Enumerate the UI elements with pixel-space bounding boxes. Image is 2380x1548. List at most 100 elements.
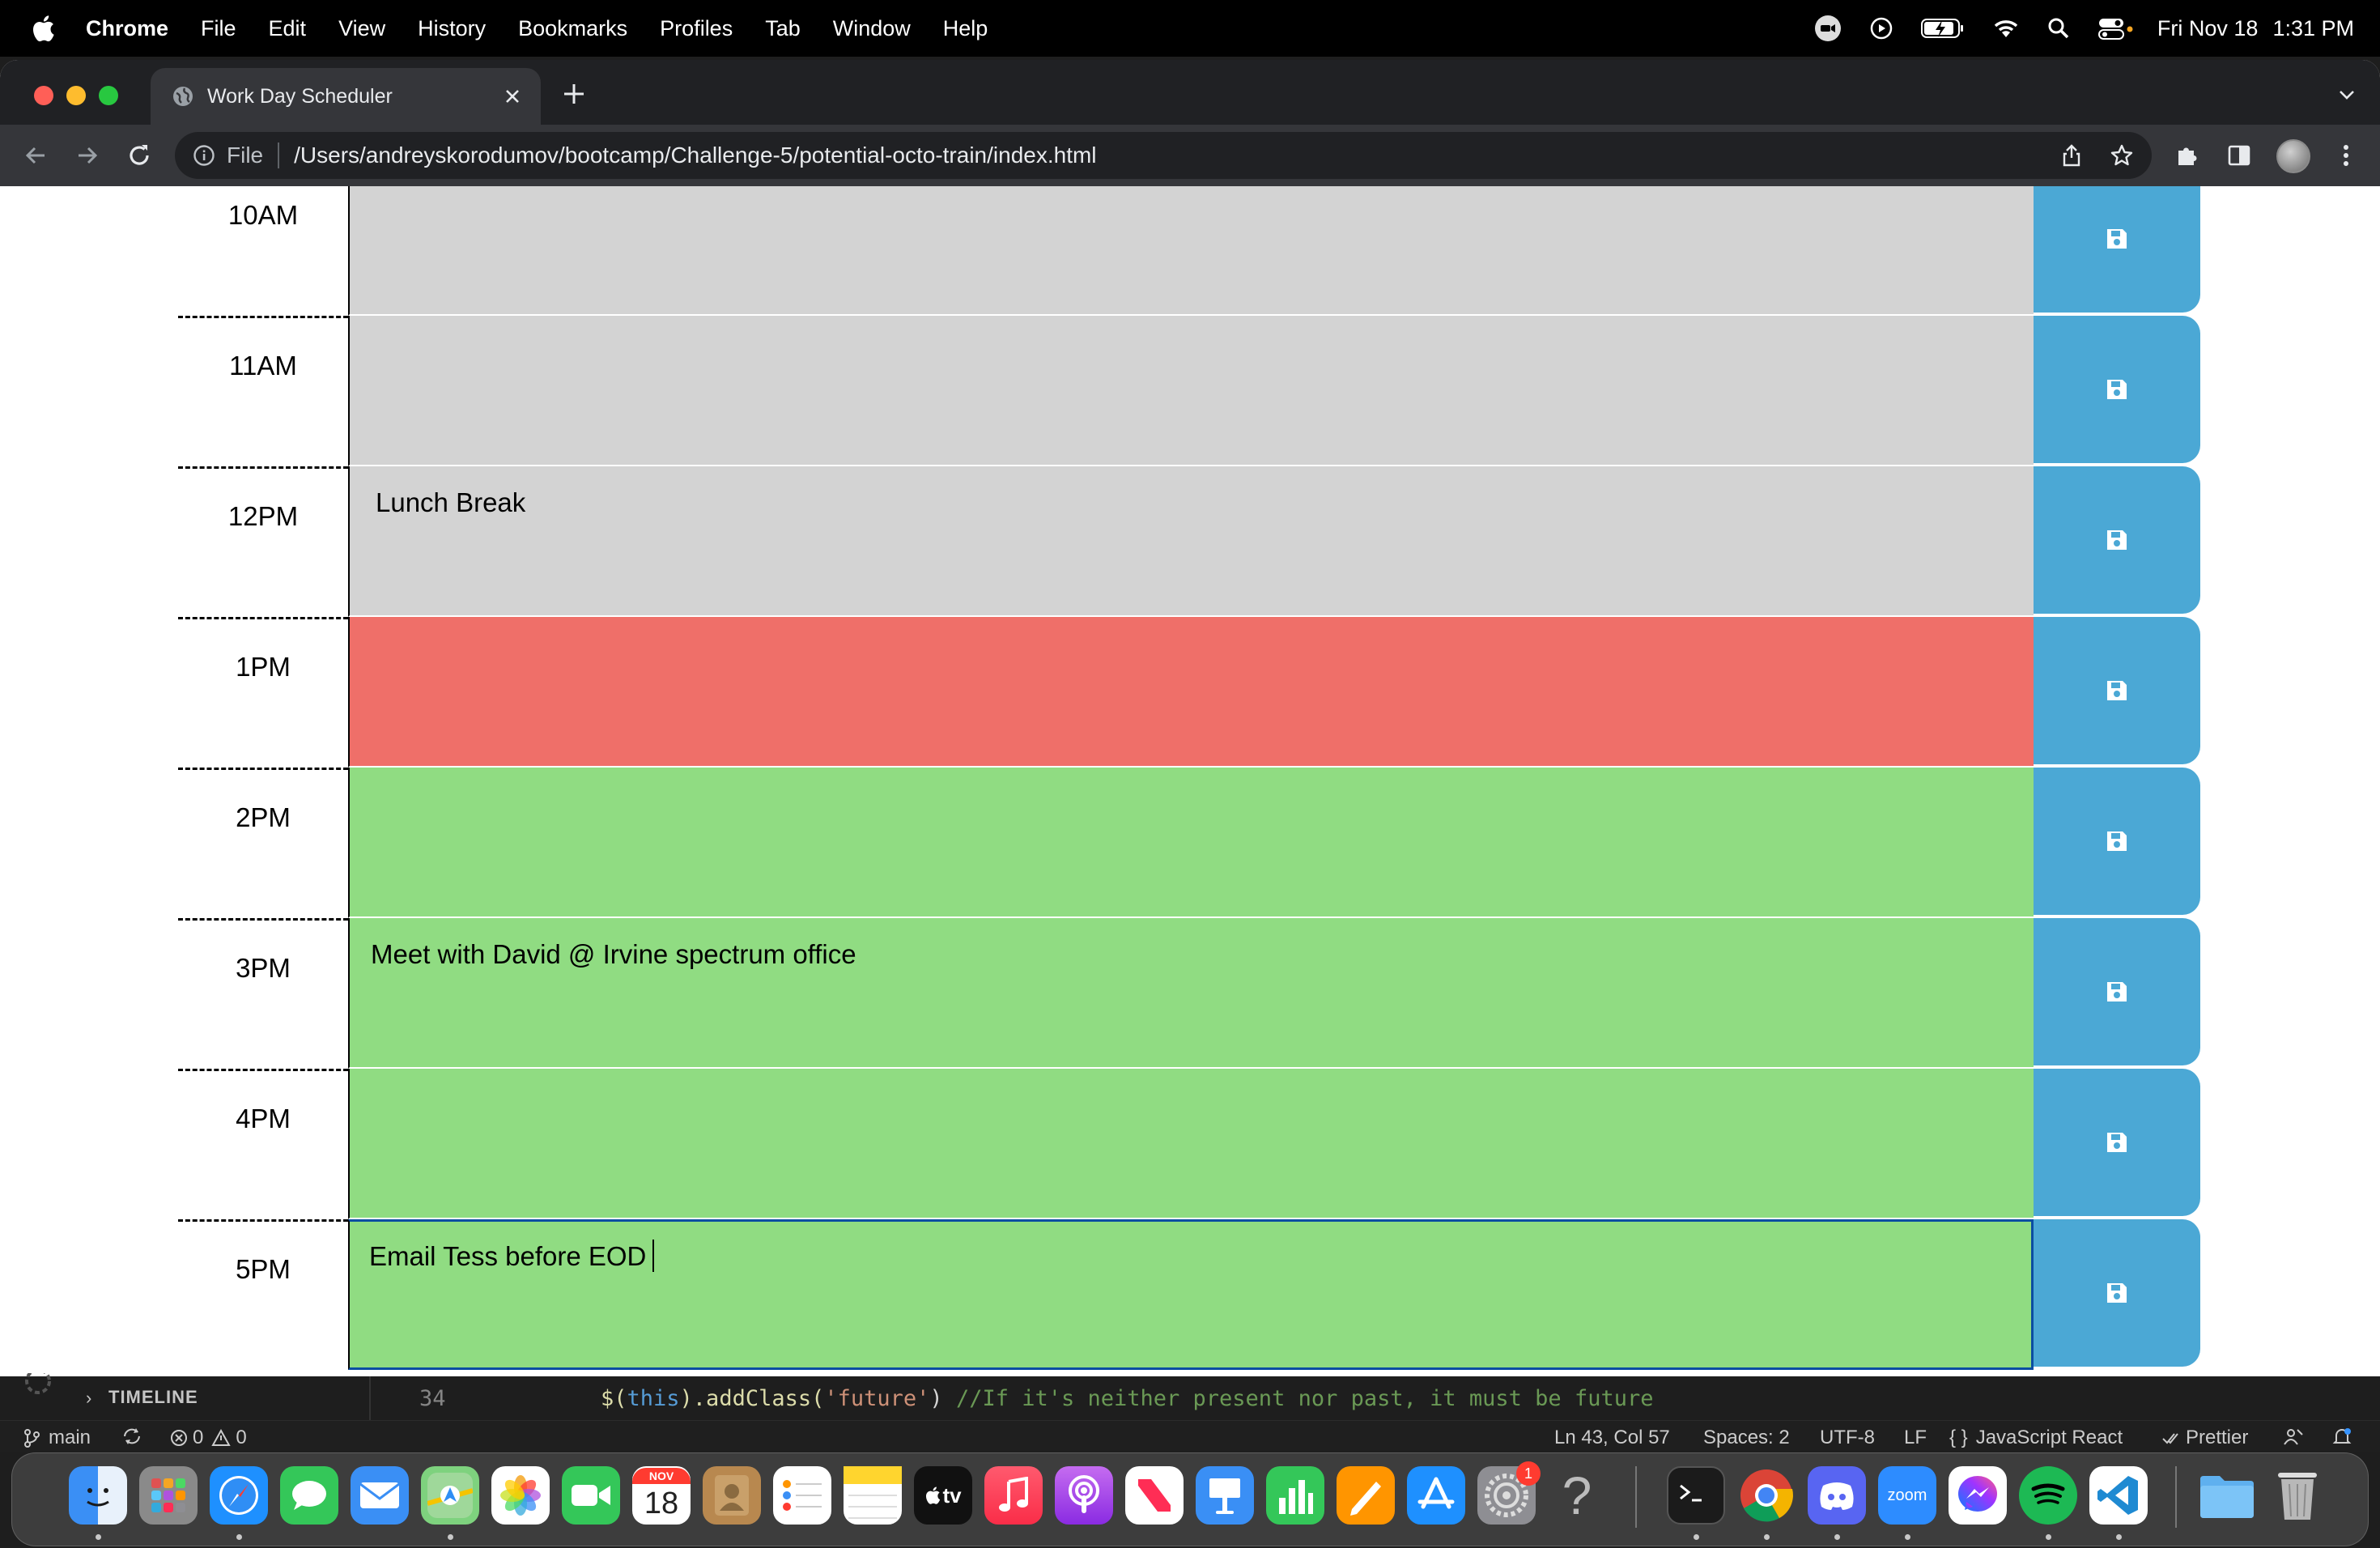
description-textarea[interactable] xyxy=(348,316,2034,466)
description-textarea[interactable] xyxy=(348,768,2034,918)
tab-search-chevron-icon[interactable] xyxy=(2336,84,2357,105)
menu-edit[interactable]: Edit xyxy=(269,16,307,41)
apple-tv-icon[interactable]: tv xyxy=(914,1466,972,1525)
calendar-icon[interactable]: NOV 18 xyxy=(632,1466,691,1525)
zoom-status-icon[interactable] xyxy=(1814,15,1842,42)
indentation[interactable]: Spaces: 2 xyxy=(1703,1427,1790,1449)
save-button[interactable] xyxy=(2034,186,2200,313)
reminders-icon[interactable] xyxy=(773,1466,831,1525)
photos-icon[interactable] xyxy=(491,1466,550,1525)
profile-avatar[interactable] xyxy=(2276,139,2310,173)
description-textarea[interactable] xyxy=(348,617,2034,768)
description-textarea[interactable]: Lunch Break xyxy=(348,466,2034,617)
share-icon[interactable] xyxy=(2059,143,2084,168)
spotlight-search-icon[interactable] xyxy=(2047,17,2070,40)
minimize-window-button[interactable] xyxy=(66,86,86,105)
menu-file[interactable]: File xyxy=(201,16,236,41)
menu-history[interactable]: History xyxy=(418,16,486,41)
save-button[interactable] xyxy=(2034,617,2200,764)
running-indicator xyxy=(2046,1534,2051,1540)
mail-icon[interactable] xyxy=(351,1466,409,1525)
timeline-panel-label[interactable]: TIMELINE xyxy=(108,1387,198,1408)
close-window-button[interactable] xyxy=(34,86,53,105)
wifi-icon[interactable] xyxy=(1992,18,2020,39)
menu-window[interactable]: Window xyxy=(833,16,911,41)
encoding[interactable]: UTF-8 xyxy=(1820,1427,1875,1449)
battery-charging-icon[interactable] xyxy=(1920,18,1965,39)
messages-icon[interactable] xyxy=(280,1466,338,1525)
extensions-button[interactable] xyxy=(2173,141,2202,170)
vscode-icon[interactable] xyxy=(2089,1466,2148,1525)
menu-profiles[interactable]: Profiles xyxy=(660,16,733,41)
pages-icon[interactable] xyxy=(1337,1466,1395,1525)
language-mode-item[interactable]: { } JavaScript React xyxy=(1949,1427,2123,1449)
discord-icon[interactable] xyxy=(1808,1466,1866,1525)
contacts-icon[interactable] xyxy=(703,1466,761,1525)
help-question-icon[interactable]: ? xyxy=(1548,1465,1606,1525)
fullscreen-window-button[interactable] xyxy=(99,86,118,105)
notes-icon[interactable] xyxy=(844,1466,902,1525)
back-button[interactable] xyxy=(21,141,50,170)
control-center-icon[interactable] xyxy=(2097,16,2133,40)
music-icon[interactable] xyxy=(984,1466,1043,1525)
sync-item[interactable] xyxy=(121,1427,142,1446)
site-info-icon[interactable] xyxy=(193,144,215,167)
text-caret xyxy=(652,1240,655,1272)
keynote-icon[interactable] xyxy=(1196,1466,1254,1525)
description-textarea[interactable] xyxy=(348,1069,2034,1219)
menu-help[interactable]: Help xyxy=(943,16,988,41)
menu-bookmarks[interactable]: Bookmarks xyxy=(518,16,627,41)
launchpad-icon[interactable] xyxy=(139,1466,198,1525)
screen-record-icon[interactable] xyxy=(1869,16,1893,40)
facetime-icon[interactable] xyxy=(562,1466,620,1525)
address-bar[interactable]: File /Users/andreyskorodumov/bootcamp/Ch… xyxy=(175,132,2152,179)
side-panel-button[interactable] xyxy=(2225,141,2254,170)
new-tab-icon[interactable] xyxy=(562,82,586,106)
chrome-icon[interactable] xyxy=(1737,1466,1796,1525)
git-branch-item[interactable]: main xyxy=(23,1427,91,1449)
bookmark-star-icon[interactable] xyxy=(2110,143,2134,168)
app-store-icon[interactable] xyxy=(1407,1466,1465,1525)
menu-view[interactable]: View xyxy=(338,16,385,41)
save-button[interactable] xyxy=(2034,918,2200,1065)
cursor-position[interactable]: Ln 43, Col 57 xyxy=(1554,1427,1670,1449)
numbers-icon[interactable] xyxy=(1266,1466,1324,1525)
spotify-icon[interactable] xyxy=(2019,1466,2077,1525)
description-textarea-focused[interactable]: Email Tess before EOD xyxy=(348,1219,2034,1370)
news-icon[interactable] xyxy=(1125,1466,1184,1525)
chrome-menu-button[interactable] xyxy=(2331,141,2361,170)
save-button[interactable] xyxy=(2034,316,2200,463)
safari-icon[interactable] xyxy=(210,1466,268,1525)
menu-app-name[interactable]: Chrome xyxy=(86,16,168,41)
reload-button[interactable] xyxy=(125,141,154,170)
save-button[interactable] xyxy=(2034,1069,2200,1216)
tab-work-day-scheduler[interactable]: Work Day Scheduler xyxy=(151,68,541,125)
notifications-item[interactable] xyxy=(2331,1427,2352,1448)
finder-icon[interactable] xyxy=(69,1466,127,1525)
messenger-icon[interactable] xyxy=(1949,1466,2007,1525)
save-button[interactable] xyxy=(2034,768,2200,915)
close-tab-icon[interactable] xyxy=(502,86,523,107)
maps-icon[interactable] xyxy=(421,1466,479,1525)
problems-item[interactable]: 0 0 xyxy=(170,1427,247,1449)
timeline-chevron-icon[interactable]: › xyxy=(86,1388,91,1409)
prettier-item[interactable]: Prettier xyxy=(2161,1427,2248,1449)
apple-menu-icon[interactable] xyxy=(31,14,55,43)
system-preferences-icon[interactable]: 1 xyxy=(1477,1461,1541,1525)
menu-tab[interactable]: Tab xyxy=(765,16,801,41)
save-button[interactable] xyxy=(2034,466,2200,614)
description-textarea[interactable]: Meet with David @ Irvine spectrum office xyxy=(348,918,2034,1069)
trash-icon[interactable] xyxy=(2268,1466,2327,1525)
podcasts-icon[interactable] xyxy=(1055,1466,1113,1525)
forward-button[interactable] xyxy=(73,141,102,170)
save-button[interactable] xyxy=(2034,1219,2200,1367)
live-share-item[interactable] xyxy=(2283,1427,2304,1446)
line-ending[interactable]: LF xyxy=(1904,1427,1927,1449)
manage-gear-icon[interactable] xyxy=(19,1373,57,1404)
url-text[interactable]: /Users/andreyskorodumov/bootcamp/Challen… xyxy=(294,142,1096,168)
menu-bar-clock[interactable]: Fri Nov 18 1:31 PM xyxy=(2157,16,2354,41)
description-textarea[interactable] xyxy=(348,186,2034,316)
downloads-folder-icon[interactable] xyxy=(2198,1466,2256,1525)
zoom-app-icon[interactable]: zoom xyxy=(1878,1466,1936,1525)
terminal-icon[interactable] xyxy=(1667,1466,1725,1525)
